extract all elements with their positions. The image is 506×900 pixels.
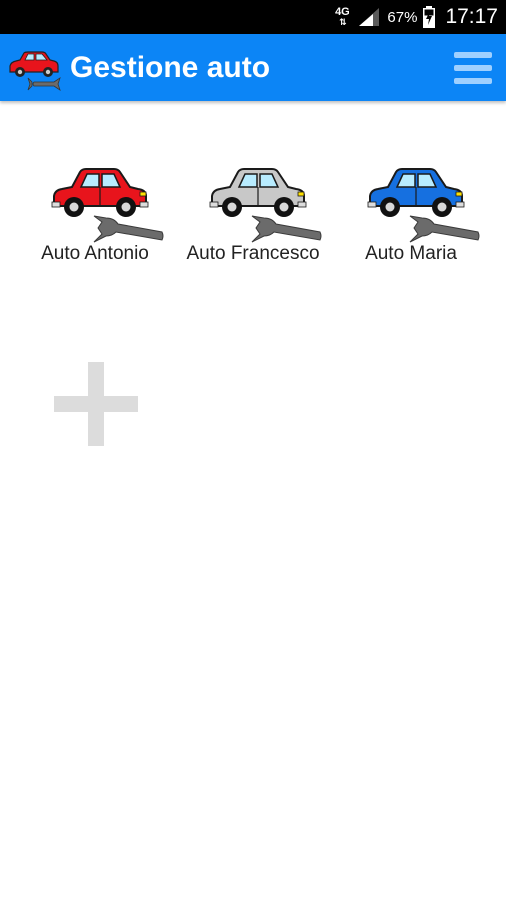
app-bar: Gestione auto (0, 34, 506, 101)
menu-line (454, 78, 492, 84)
battery-icon (423, 6, 436, 28)
plus-icon (88, 362, 104, 446)
menu-line (454, 65, 492, 71)
add-car-button[interactable] (54, 362, 138, 446)
menu-button[interactable] (452, 50, 494, 86)
car-label: Auto Francesco (186, 243, 320, 264)
screen: 4G ⇅ 67% 17:17 Gestione auto Auto Antoni… (0, 0, 506, 900)
car-label: Auto Maria (365, 243, 457, 264)
menu-line (454, 52, 492, 58)
car-label: Auto Antonio (41, 243, 149, 264)
status-icons: 4G ⇅ 67% 17:17 (333, 0, 498, 34)
car-item-antonio[interactable]: Auto Antonio (16, 158, 174, 270)
battery-percent: 67% (387, 8, 418, 26)
clock: 17:17 (445, 5, 498, 28)
network-type-label: 4G (335, 6, 350, 18)
car-wrench-icon (9, 51, 61, 91)
network-4g-icon: 4G ⇅ (335, 6, 350, 28)
status-bar: 4G ⇅ 67% 17:17 (0, 0, 506, 34)
app-title: Gestione auto (70, 51, 271, 84)
car-item-maria[interactable]: Auto Maria (332, 158, 490, 270)
car-item-francesco[interactable]: Auto Francesco (174, 158, 332, 270)
signal-icon (359, 8, 380, 26)
